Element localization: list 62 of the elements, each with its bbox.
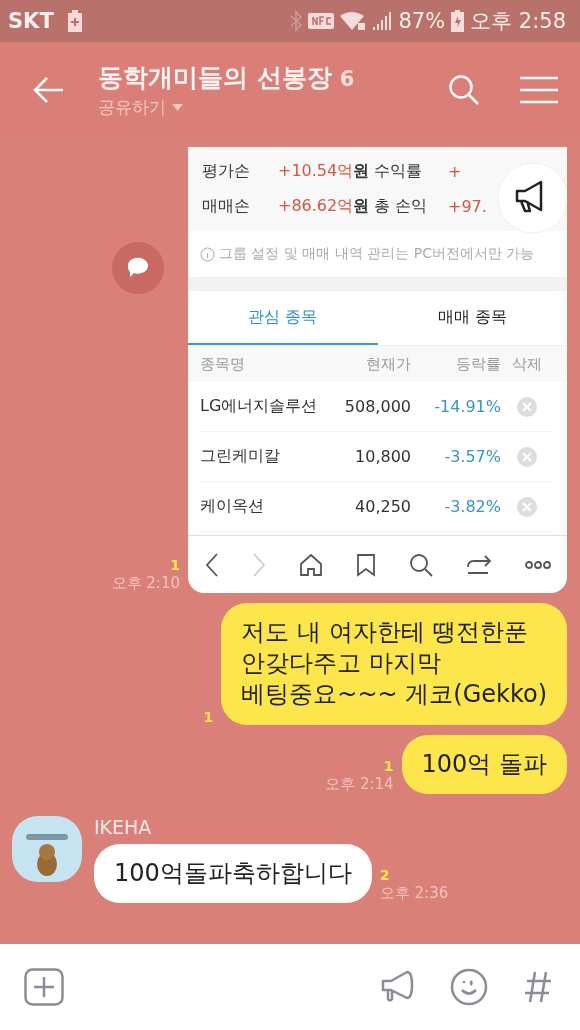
message-bubble: 저도 내 여자한테 땡전한푼 안갖다주고 마지막 베팅중요~~~ 게코(Gekko)	[221, 603, 567, 725]
megaphone-button[interactable]	[497, 162, 567, 234]
summary-value: +10.54억원	[278, 161, 371, 182]
unread-count: 1	[170, 557, 180, 573]
more-icon[interactable]	[524, 560, 551, 569]
nfc-icon	[308, 13, 335, 29]
summary-label: 수익률	[374, 161, 423, 182]
stock-change: -3.82%	[443, 497, 501, 516]
battery-saver-icon	[67, 10, 82, 32]
stock-price: 40,250	[354, 497, 411, 516]
summary-value: +	[448, 162, 463, 181]
message-bubble: 100억돌파축하합니다	[94, 843, 372, 903]
message-time: 오후 2:36	[379, 883, 449, 903]
info-icon	[200, 246, 215, 262]
tab[interactable]: 매매 종목	[377, 291, 567, 345]
stock-price: 508,000	[343, 397, 411, 416]
emoticon-icon[interactable]	[450, 968, 488, 1006]
bluetooth-icon	[290, 10, 303, 32]
summary-label: 매매손	[202, 196, 251, 217]
unread-count: 1	[203, 708, 214, 725]
clock: 오후 2:58	[470, 8, 566, 35]
summary-label: 평가손	[202, 161, 251, 182]
stock-change: -14.91%	[433, 397, 501, 416]
share-icon[interactable]	[465, 552, 492, 577]
summary-value: +97.	[448, 197, 488, 216]
unread-count: 1	[383, 757, 394, 774]
chat-title: 동학개미들의 선봉장	[98, 62, 332, 94]
back-icon[interactable]	[204, 552, 219, 577]
signal-icon	[372, 11, 393, 31]
column-header: 등락률	[455, 354, 501, 374]
battery-percent: 87%	[398, 9, 446, 33]
wifi-icon	[340, 11, 367, 31]
carrier-name: SKT	[8, 9, 54, 33]
summary-value: +86.62억원	[278, 196, 371, 217]
message-time: 오후 2:10	[111, 574, 180, 593]
megaphone-icon[interactable]	[380, 969, 414, 1005]
unread-count: 2	[379, 866, 391, 883]
hashtag-icon[interactable]	[524, 970, 552, 1004]
add-icon[interactable]	[24, 968, 64, 1006]
summary-label: 총 손익	[374, 196, 429, 217]
menu-icon[interactable]	[520, 76, 558, 104]
column-header: 삭제	[512, 354, 542, 374]
column-header: 종목명	[200, 354, 246, 374]
home-icon[interactable]	[298, 552, 323, 577]
bookmark-icon[interactable]	[355, 552, 376, 577]
stock-change: -3.57%	[443, 447, 501, 466]
stock-name: 그린케미칼	[200, 446, 281, 467]
search-icon[interactable]	[408, 552, 433, 577]
message-time: 오후 2:14	[325, 774, 394, 794]
member-count: 6	[339, 67, 355, 91]
battery-charging-icon	[451, 10, 465, 32]
stock-name: LG에너지솔루션	[200, 396, 319, 417]
column-header: 현재가	[365, 354, 411, 374]
caret-icon	[172, 104, 183, 111]
share-dropdown[interactable]: 공유하기	[98, 96, 430, 119]
stock-name: 케이옥션	[200, 496, 265, 517]
stock-price: 10,800	[354, 447, 411, 466]
message-bubble: 100억 돌파	[401, 734, 567, 794]
notice-text: 그룹 설정 및 매매 내역 관리는 PC버전에서만 가능	[219, 245, 535, 263]
sender-name: IKEHA	[94, 815, 153, 838]
share-button[interactable]	[111, 242, 164, 294]
back-arrow-icon[interactable]	[32, 76, 64, 104]
